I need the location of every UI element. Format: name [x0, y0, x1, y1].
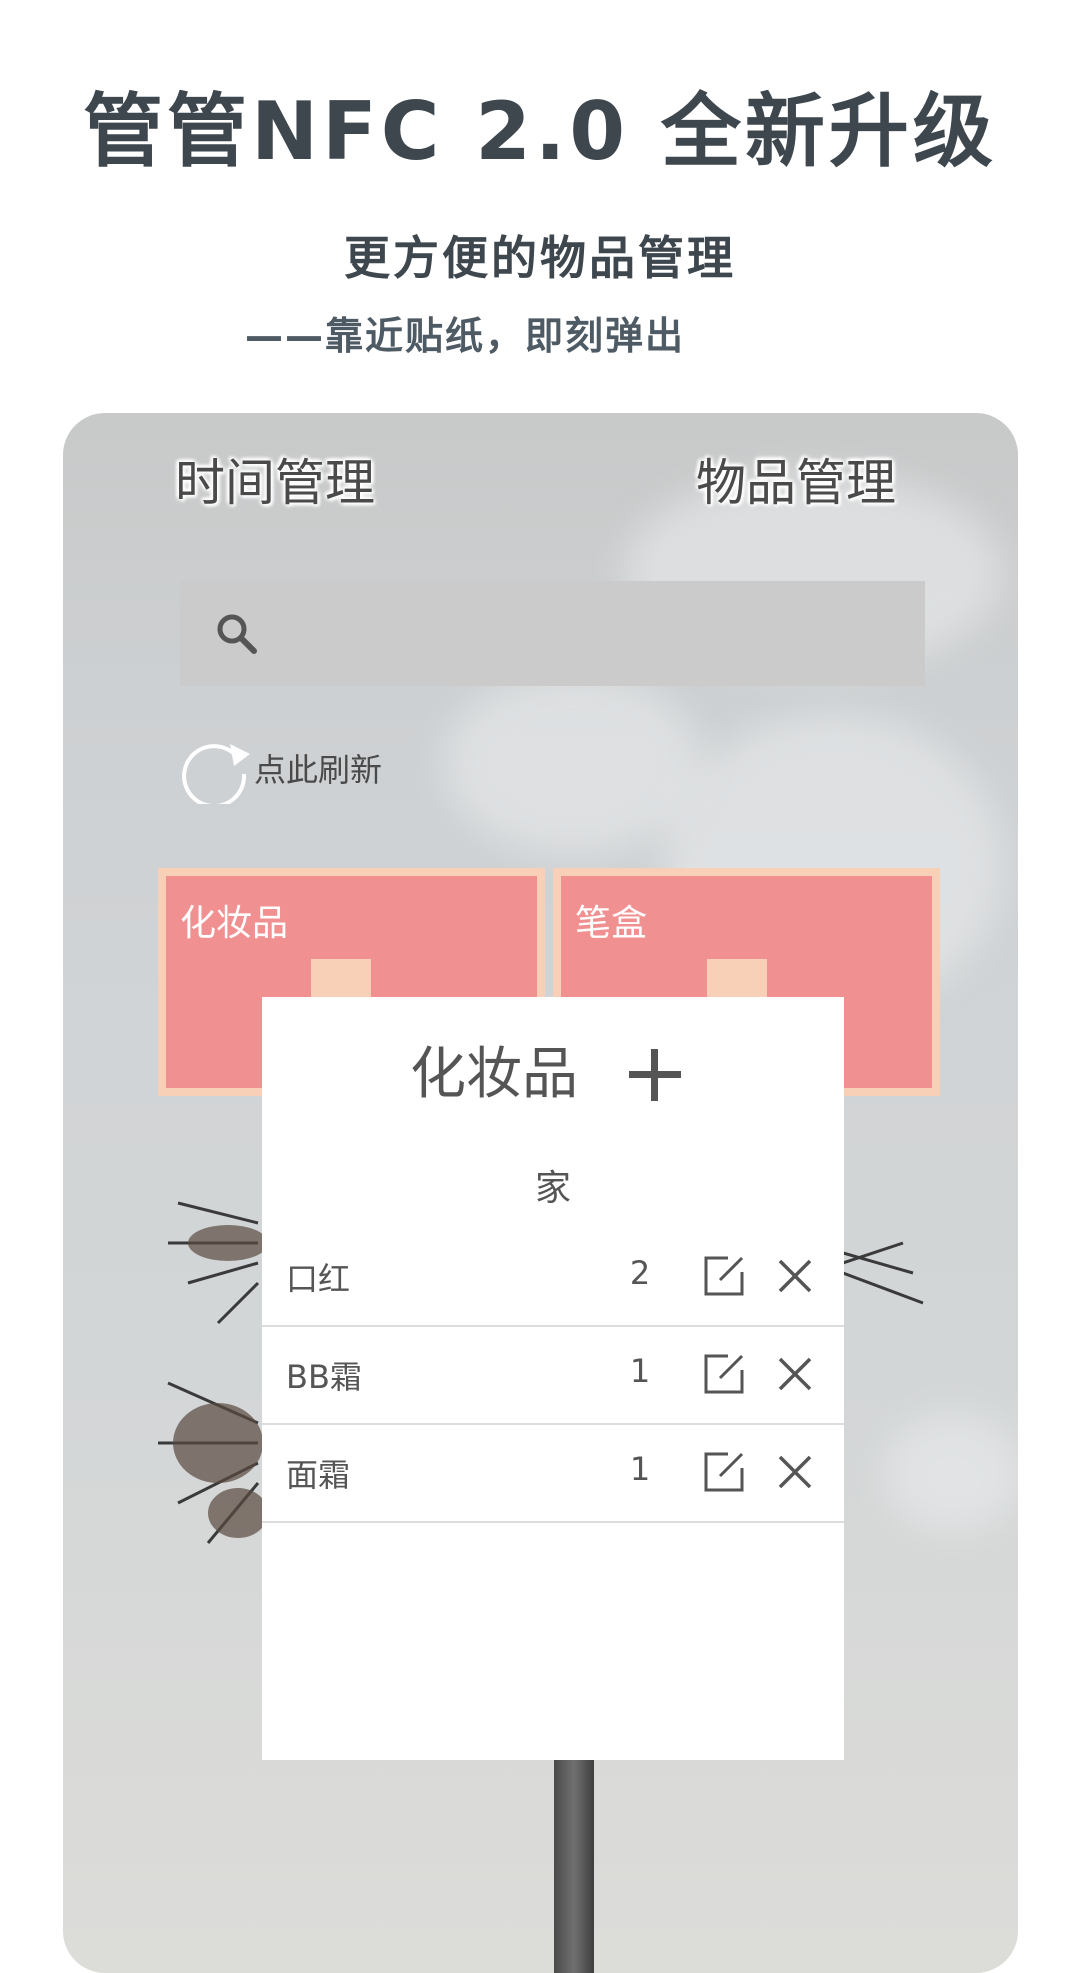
- category-popup: 化妆品 家 口红 2 BB霜 1 面霜 1: [262, 997, 844, 1760]
- category-name: 化妆品: [180, 903, 289, 944]
- item-quantity: 1: [629, 1352, 651, 1390]
- edit-icon[interactable]: [702, 1352, 746, 1396]
- list-item: 口红 2: [262, 1230, 844, 1327]
- popup-header: 化妆品: [262, 1035, 844, 1115]
- item-quantity: 2: [629, 1254, 651, 1292]
- close-icon[interactable]: [776, 1257, 814, 1295]
- list-item: BB霜 1: [262, 1328, 844, 1425]
- category-tag-square: [707, 959, 767, 999]
- phone-screen: 时间管理 物品管理 点此刷新 化妆品 笔盒 化妆品 家 口红 2 BB霜 1 面…: [63, 413, 1018, 1973]
- item-name: BB霜: [286, 1358, 362, 1396]
- edit-icon[interactable]: [702, 1450, 746, 1494]
- popup-title: 化妆品: [410, 1042, 578, 1107]
- popup-location: 家: [534, 1168, 571, 1209]
- palm-tree-image: [158, 1201, 268, 1544]
- background-cloud: [443, 673, 703, 853]
- item-name: 面霜: [286, 1456, 351, 1494]
- promo-subtitle: 更方便的物品管理: [344, 231, 736, 285]
- palm-tree-image: [843, 1241, 924, 1305]
- item-quantity: 1: [629, 1450, 651, 1488]
- tab-time-management[interactable]: 时间管理: [175, 443, 375, 515]
- tab-item-management[interactable]: 物品管理: [696, 443, 896, 515]
- palm-trunk-image: [554, 1760, 594, 1973]
- promo-title: 管管NFC 2.0 全新升级: [83, 85, 997, 178]
- plus-icon[interactable]: [627, 1047, 683, 1103]
- item-name: 口红: [286, 1260, 351, 1298]
- background-cloud: [883, 1413, 1018, 1533]
- close-icon[interactable]: [776, 1453, 814, 1491]
- list-item: 面霜 1: [262, 1426, 844, 1523]
- edit-icon[interactable]: [702, 1254, 746, 1298]
- refresh-button[interactable]: 点此刷新: [180, 733, 383, 804]
- close-icon[interactable]: [776, 1355, 814, 1393]
- refresh-label: 点此刷新: [254, 751, 383, 789]
- promo-tagline: ——靠近贴纸，即刻弹出: [245, 314, 686, 358]
- search-icon: [217, 614, 257, 654]
- search-input[interactable]: [180, 581, 925, 686]
- category-name: 笔盒: [575, 903, 648, 944]
- refresh-icon: [182, 744, 250, 804]
- category-tag-square: [311, 959, 371, 999]
